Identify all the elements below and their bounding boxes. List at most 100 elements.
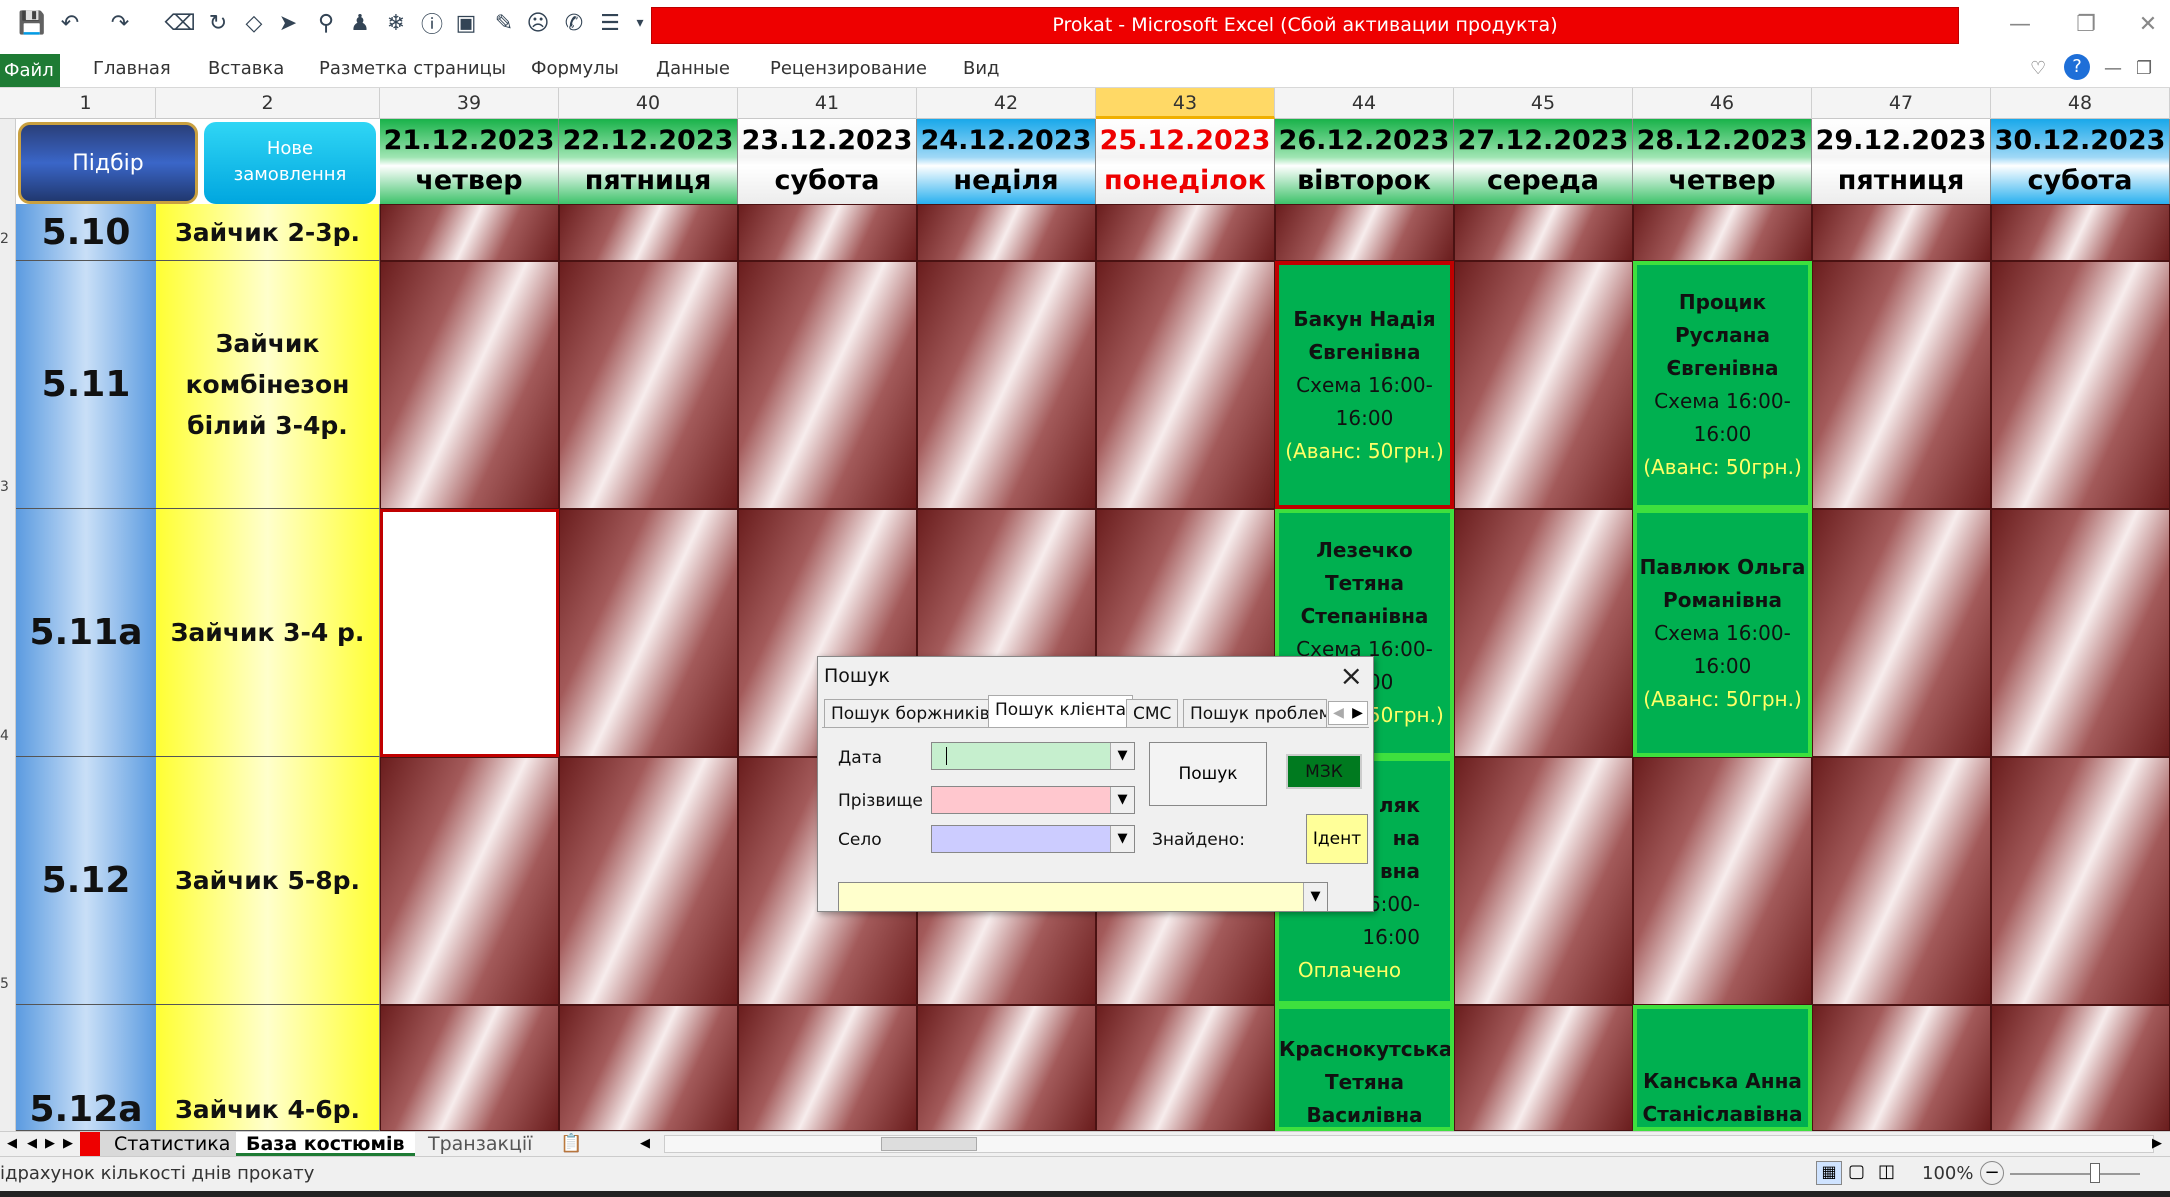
surname-combo[interactable]: ▼	[931, 786, 1135, 814]
booking-cell[interactable]: Бакун Надія Євгенівна Схема 16:00-16:00 …	[1275, 261, 1454, 509]
window-icon[interactable]: ▣	[452, 9, 480, 37]
col-header[interactable]: 42	[917, 88, 1096, 119]
chevron-down-icon[interactable]: ▼	[1110, 826, 1134, 852]
chevron-down-icon[interactable]: ♡	[2030, 58, 2046, 79]
date-header[interactable]: 21.12.2023 четвер	[380, 119, 559, 204]
undo-icon[interactable]: ↶	[56, 9, 84, 37]
date-header[interactable]: 30.12.2023 субота	[1991, 119, 2170, 204]
schedule-cell[interactable]	[380, 757, 559, 1005]
schedule-cell[interactable]	[1275, 204, 1454, 261]
sheet-tab-statistics[interactable]: Статистика	[80, 1132, 241, 1156]
date-header[interactable]: 24.12.2023 неділя	[917, 119, 1096, 204]
sheet-tab-transactions[interactable]: Транзакції	[418, 1132, 542, 1156]
chevron-down-icon[interactable]: ▼	[1110, 787, 1134, 813]
schedule-cell[interactable]	[1812, 757, 1991, 1005]
schedule-cell[interactable]	[1991, 509, 2170, 757]
schedule-cell[interactable]	[559, 509, 738, 757]
tab-client-search[interactable]: Пошук клієнта	[988, 695, 1134, 727]
binoculars-icon[interactable]: ⚲	[312, 9, 340, 37]
minimize-ribbon-icon[interactable]: —	[2104, 58, 2122, 79]
col-header[interactable]: 2	[156, 88, 380, 119]
row-number[interactable]: 2	[0, 231, 16, 247]
costume-code[interactable]: 5.11а	[16, 509, 156, 757]
sheet-nav-next-icon[interactable]: ▶	[42, 1132, 58, 1156]
schedule-cell[interactable]	[1991, 1005, 2170, 1131]
search-button[interactable]: Пошук	[1149, 742, 1267, 806]
snowflake-icon[interactable]: ❄	[382, 9, 410, 37]
tab-scroll[interactable]: ◀ ▶	[1328, 701, 1368, 725]
col-header[interactable]: 47	[1812, 88, 1991, 119]
ident-button[interactable]: Ідент	[1306, 814, 1368, 864]
tab-review[interactable]: Рецензирование	[770, 54, 927, 84]
costume-name[interactable]: Зайчик 3-4 р.	[156, 509, 380, 757]
chevron-left-icon[interactable]: ◀	[1329, 702, 1348, 724]
schedule-cell[interactable]	[1812, 204, 1991, 261]
costume-code[interactable]: 5.10	[16, 204, 156, 261]
close-button[interactable]: ✕	[2128, 10, 2168, 40]
schedule-cell[interactable]	[559, 1005, 738, 1131]
schedule-cell[interactable]	[1812, 509, 1991, 757]
schedule-cell[interactable]	[1812, 1005, 1991, 1131]
schedule-cell[interactable]	[1991, 261, 2170, 509]
costume-code[interactable]: 5.12а	[16, 1005, 156, 1131]
col-header-selected[interactable]: 43	[1096, 88, 1275, 119]
col-header[interactable]: 46	[1633, 88, 1812, 119]
schedule-cell[interactable]	[1096, 204, 1275, 261]
schedule-cell[interactable]	[380, 204, 559, 261]
costume-code[interactable]: 5.11	[16, 261, 156, 509]
schedule-cell[interactable]	[1454, 261, 1633, 509]
col-header[interactable]: 39	[380, 88, 559, 119]
redo-icon[interactable]: ↷	[106, 9, 134, 37]
schedule-cell[interactable]	[917, 204, 1096, 261]
row-number[interactable]: 4	[0, 728, 16, 744]
tab-debtors[interactable]: Пошук боржників	[824, 699, 997, 727]
row-number[interactable]: 5	[0, 976, 16, 992]
schedule-cell[interactable]	[1991, 204, 2170, 261]
costume-name[interactable]: Зайчик комбінезон білий 3-4р.	[156, 261, 380, 509]
sad-face-icon[interactable]: ☹	[524, 9, 552, 37]
hscroll-left-icon[interactable]: ◀	[630, 1132, 660, 1156]
tab-page-layout[interactable]: Разметка страницы	[319, 54, 506, 84]
result-combo[interactable]: ▼	[838, 882, 1328, 912]
scrollbar-thumb[interactable]	[881, 1137, 977, 1151]
chevron-right-icon[interactable]: ▶	[1348, 702, 1367, 724]
tools-icon[interactable]: ✎	[490, 9, 518, 37]
schedule-cell[interactable]	[917, 261, 1096, 509]
sheet-tab-costumes[interactable]: База костюмів	[236, 1132, 415, 1156]
customize-dropdown-icon[interactable]: ▾	[626, 9, 654, 37]
schedule-cell[interactable]	[559, 757, 738, 1005]
sheet-nav-first-icon[interactable]: ◀	[4, 1132, 20, 1156]
schedule-cell[interactable]	[1454, 1005, 1633, 1131]
schedule-cell[interactable]	[380, 1005, 559, 1131]
col-header[interactable]: 48	[1991, 88, 2170, 119]
file-tab[interactable]: Файл	[0, 54, 60, 87]
schedule-cell[interactable]	[1812, 261, 1991, 509]
schedule-cell[interactable]	[559, 261, 738, 509]
costume-code[interactable]: 5.12	[16, 757, 156, 1005]
restore-ribbon-icon[interactable]: ❐	[2136, 58, 2152, 79]
list-icon[interactable]: ☰	[596, 9, 624, 37]
zoom-slider[interactable]	[2010, 1163, 2140, 1183]
sheet-nav-last-icon[interactable]: ▶	[60, 1132, 76, 1156]
chevron-down-icon[interactable]: ▼	[1110, 743, 1134, 769]
layers-icon[interactable]: ◇	[240, 9, 268, 37]
schedule-cell[interactable]	[1454, 757, 1633, 1005]
refresh-icon[interactable]: ↻	[204, 9, 232, 37]
schedule-cell[interactable]	[1991, 757, 2170, 1005]
col-header[interactable]: 41	[738, 88, 917, 119]
horizontal-scrollbar[interactable]	[664, 1135, 2154, 1153]
schedule-cell[interactable]	[917, 1005, 1096, 1131]
page-break-icon[interactable]: ◫	[1878, 1161, 1895, 1182]
schedule-cell[interactable]	[738, 1005, 917, 1131]
tab-insert[interactable]: Вставка	[208, 54, 284, 84]
date-header[interactable]: 23.12.2023 субота	[738, 119, 917, 204]
normal-view-icon[interactable]: ▦	[1816, 1161, 1842, 1185]
schedule-cell[interactable]	[1096, 261, 1275, 509]
pick-button[interactable]: Підбір	[18, 122, 198, 204]
mzk-button[interactable]: МЗК	[1286, 754, 1362, 789]
schedule-cell[interactable]	[1454, 509, 1633, 757]
arrow-circle-icon[interactable]: ➤	[274, 9, 302, 37]
minimize-button[interactable]: —	[2000, 10, 2040, 40]
col-header[interactable]: 40	[559, 88, 738, 119]
sheet-nav-prev-icon[interactable]: ◀	[24, 1132, 40, 1156]
